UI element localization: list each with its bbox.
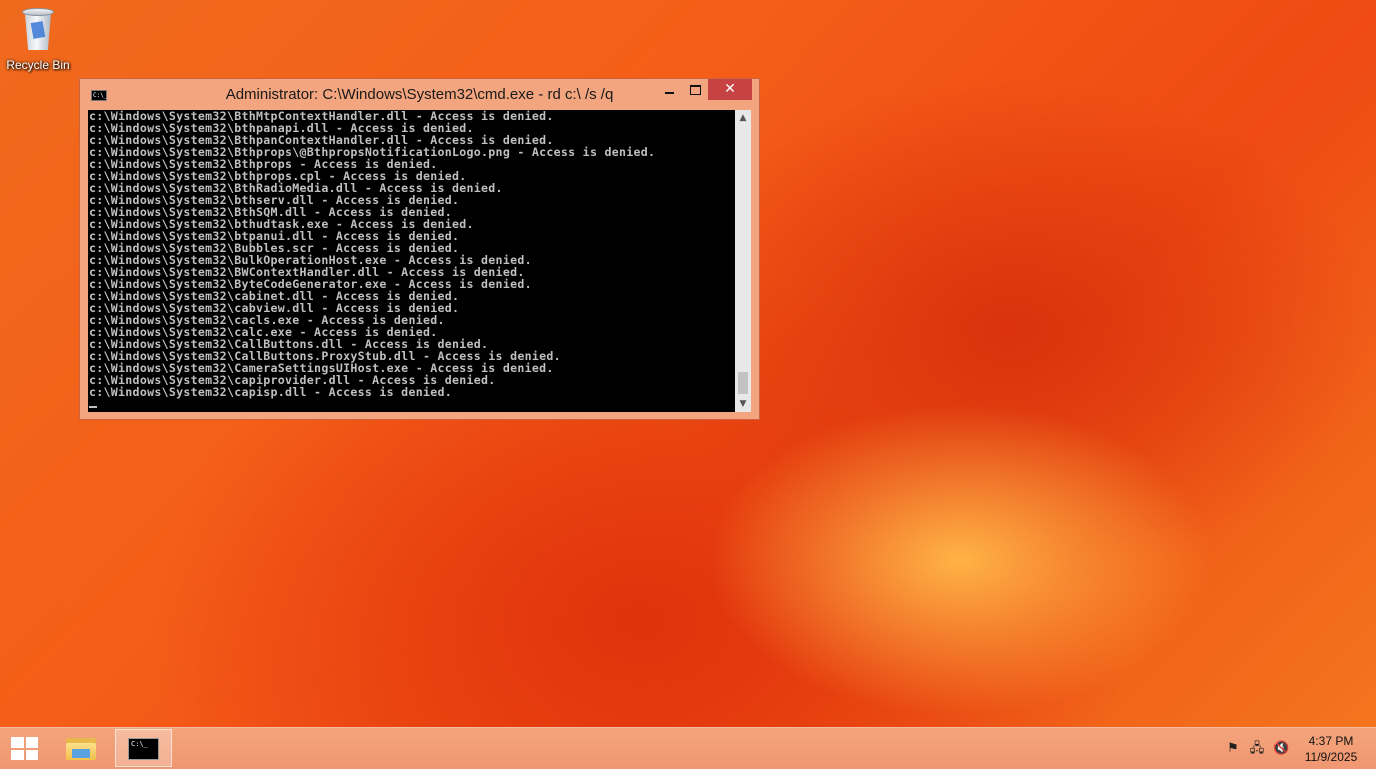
cmd-window: C:\_ Administrator: C:\Windows\System32\… [79,78,760,420]
console-output[interactable]: c:\Windows\System32\BthMtpContextHandler… [88,110,735,412]
desktop-icon-recycle-bin[interactable]: Recycle Bin [4,6,72,72]
recycle-bin-label: Recycle Bin [6,58,70,72]
recycle-bin-icon [20,6,56,52]
console-line: c:\Windows\System32\capisp.dll - Access … [89,385,453,399]
maximize-button[interactable] [682,79,708,100]
network-icon[interactable]: 🖧 [1249,741,1265,757]
cmd-icon: C:\_ [128,738,159,760]
console-lines: c:\Windows\System32\BthMtpContextHandler… [89,110,655,398]
maximize-icon [689,84,701,95]
taskbar-file-explorer[interactable] [58,729,104,768]
vertical-scrollbar[interactable]: ▲ ▼ [735,110,751,412]
text-cursor [89,406,97,408]
clock-time: 4:37 PM [1308,734,1354,748]
action-center-flag-icon[interactable]: ⚑ [1225,741,1241,757]
minimize-icon [664,91,674,94]
close-icon: ✕ [724,81,736,97]
scrollbar-thumb[interactable] [738,372,748,394]
scroll-down-arrow-icon[interactable]: ▼ [735,396,751,412]
volume-muted-icon[interactable]: 🔇 [1273,741,1289,757]
title-bar[interactable]: C:\_ Administrator: C:\Windows\System32\… [80,79,759,109]
windows-logo-icon [11,737,38,760]
system-clock[interactable]: 4:37 PM 11/9/2025 [1300,733,1362,765]
scroll-up-arrow-icon[interactable]: ▲ [735,110,751,126]
start-button[interactable] [0,728,48,769]
clock-date: 11/9/2025 [1304,750,1358,764]
close-button[interactable]: ✕ [708,79,752,100]
taskbar-command-prompt[interactable]: C:\_ [115,729,172,767]
minimize-button[interactable] [656,79,682,100]
taskbar: C:\_ ⚑ 🖧 🔇 4:37 PM 11/9/2025 [0,727,1376,769]
